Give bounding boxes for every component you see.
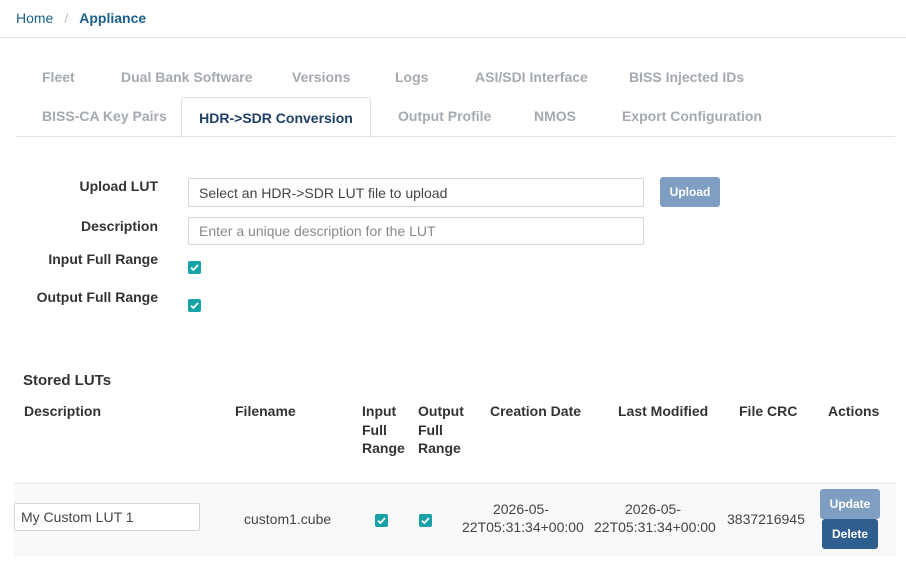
tab-asi-sdi-interface[interactable]: ASI/SDI Interface [475,69,588,85]
check-icon [377,517,386,525]
output-full-range-label: Output Full Range [36,289,158,305]
column-header-file-crc: File CRC [739,403,798,419]
lut-description-input[interactable] [14,503,200,531]
output-full-range-checkbox[interactable] [188,299,201,312]
breadcrumb-current: Appliance [79,10,147,26]
breadcrumb-home-link[interactable]: Home [16,10,53,26]
tabs-divider [16,136,895,137]
row-output-full-range-checkbox[interactable] [419,514,432,527]
column-header-last-modified: Last Modified [618,403,709,419]
column-header-line: Full [362,421,387,438]
tab-hdr-sdr-conversion-label: HDR->SDR Conversion [199,110,353,126]
lut-file-crc: 3837216945 [727,511,805,527]
tab-export-configuration[interactable]: Export Configuration [622,108,762,124]
tab-biss-ca-key-pairs[interactable]: BISS-CA Key Pairs [42,108,167,124]
tab-fleet[interactable]: Fleet [42,69,75,85]
tab-output-profile[interactable]: Output Profile [398,108,491,124]
column-header-filename: Filename [235,403,296,419]
column-header-line: Input [362,403,397,419]
update-button[interactable]: Update [820,489,880,519]
tab-dual-bank-software[interactable]: Dual Bank Software [121,69,252,85]
description-input[interactable] [188,217,644,245]
row-input-full-range-checkbox[interactable] [375,514,388,527]
lut-filename: custom1.cube [244,511,332,527]
upload-button[interactable]: Upload [660,177,720,207]
upload-lut-label: Upload LUT [79,178,158,194]
lut-last-modified: 2026-05- 22T05:31:34+00:00 [594,500,716,536]
tab-versions[interactable]: Versions [292,69,350,85]
column-header-creation-date: Creation Date [490,403,582,419]
column-header-line: Output [418,403,464,419]
column-header-output-full-range: Output Full Range [418,402,464,458]
breadcrumb: Home / Appliance [16,9,146,27]
date-line: 22T05:31:34+00:00 [462,519,584,535]
tab-logs[interactable]: Logs [395,69,428,85]
lut-file-picker[interactable]: Select an HDR->SDR LUT file to upload [188,178,644,207]
description-label: Description [80,218,158,234]
check-icon [421,517,430,525]
date-line: 22T05:31:34+00:00 [594,519,716,535]
header-divider [0,37,906,38]
date-line: 2026-05- [624,501,682,517]
input-full-range-label: Input Full Range [48,251,158,267]
column-header-input-full-range: Input Full Range [362,402,405,458]
input-full-range-checkbox[interactable] [188,261,201,274]
column-header-line: Range [362,440,405,456]
tab-nmos[interactable]: NMOS [534,108,576,124]
lut-creation-date: 2026-05- 22T05:31:34+00:00 [462,500,584,536]
column-header-line: Full [418,421,443,438]
check-icon [190,264,199,272]
check-icon [190,302,199,310]
date-line: 2026-05- [492,501,550,517]
tab-biss-injected-ids[interactable]: BISS Injected IDs [629,69,744,85]
stored-luts-title: Stored LUTs [23,372,112,389]
delete-button[interactable]: Delete [822,519,878,549]
breadcrumb-separator: / [64,10,69,26]
lut-file-prompt: Select an HDR->SDR LUT file to upload [199,184,448,201]
tab-hdr-sdr-conversion[interactable]: HDR->SDR Conversion [181,97,371,138]
column-header-description: Description [24,403,102,419]
column-header-actions: Actions [828,403,880,419]
column-header-line: Range [418,440,461,456]
